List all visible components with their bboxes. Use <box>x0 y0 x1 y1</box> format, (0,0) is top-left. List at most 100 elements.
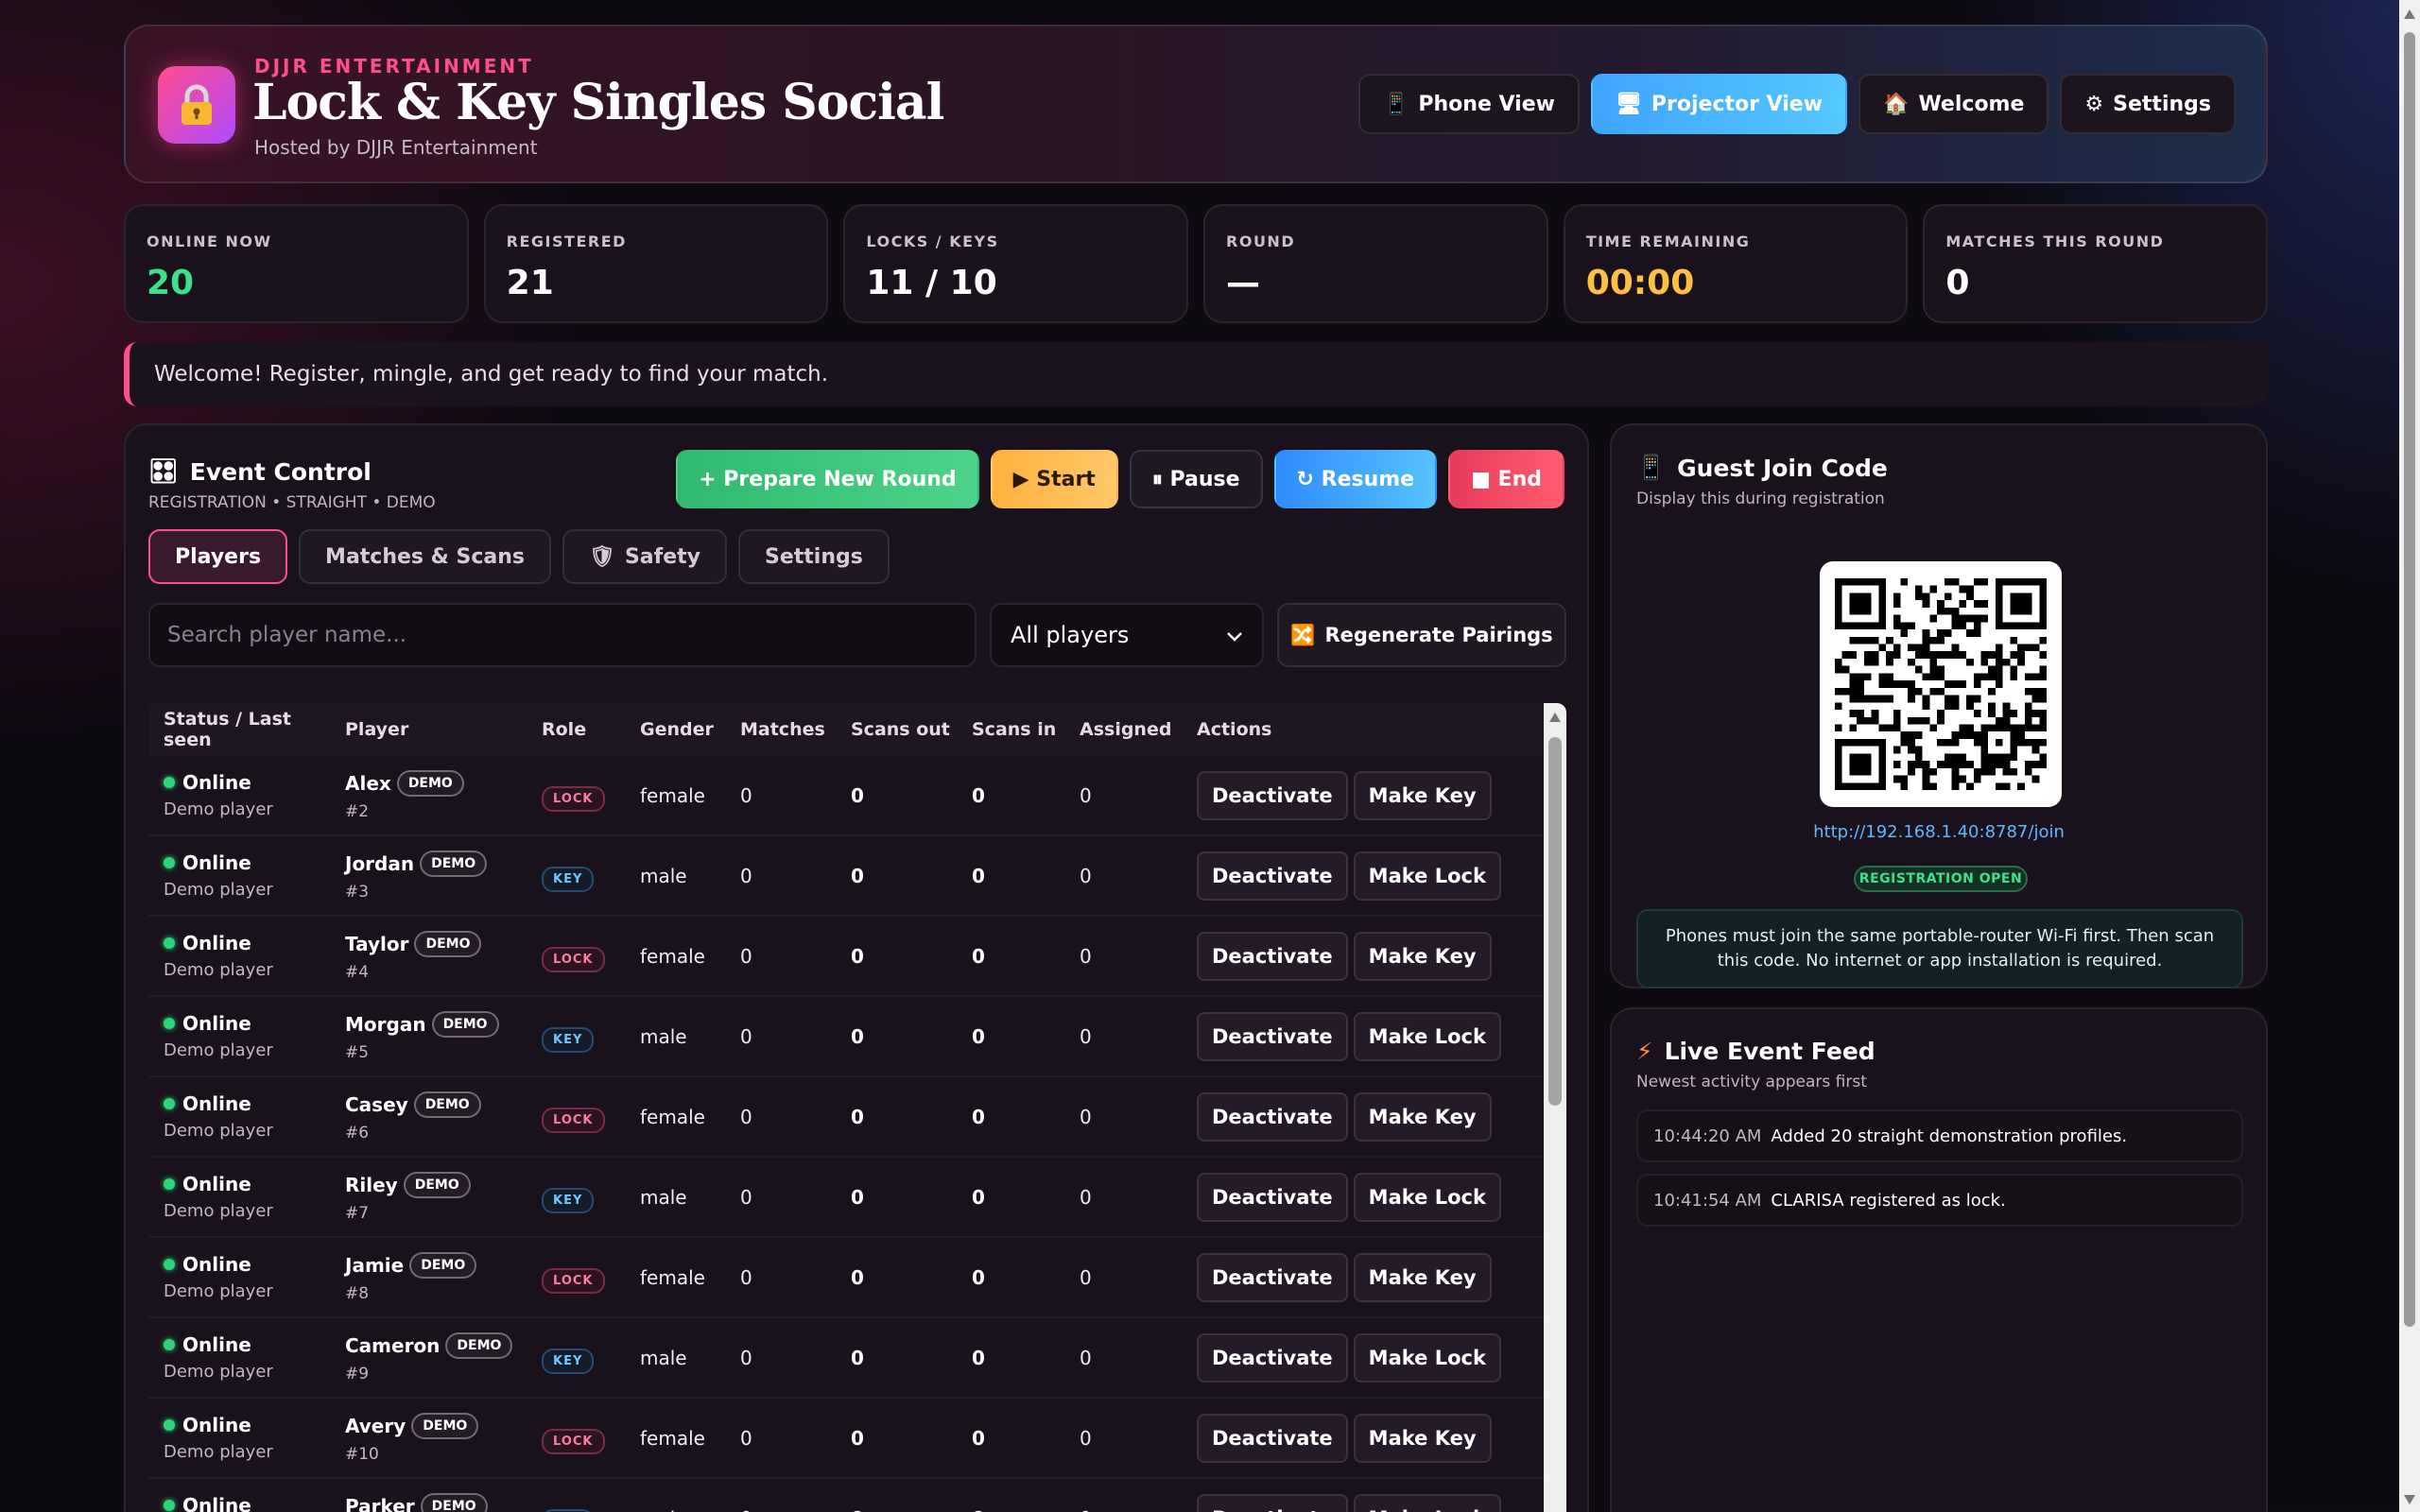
scroll-up-icon[interactable] <box>2404 9 2415 19</box>
toggle-role-button[interactable]: Make Key <box>1353 1252 1492 1302</box>
toggle-role-button[interactable]: Make Lock <box>1353 1493 1501 1512</box>
feed-text: Added 20 straight demonstration profiles… <box>1771 1125 2128 1146</box>
lightning-icon: ⚡ <box>1636 1038 1653 1065</box>
tab-settings[interactable]: Settings <box>738 529 890 584</box>
settings-button[interactable]: ⚙ Settings <box>2060 74 2236 134</box>
window-scrollbar[interactable] <box>2399 0 2420 1512</box>
toggle-role-button[interactable]: Make Lock <box>1353 1332 1501 1383</box>
monitor-icon: 🖥 <box>1615 92 1642 116</box>
live-feed-title: Live Event Feed <box>1664 1038 1876 1065</box>
deactivate-button[interactable]: Deactivate <box>1197 770 1348 820</box>
player-name: Riley <box>345 1173 398 1196</box>
gender: female <box>640 944 705 968</box>
role-badge: LOCK <box>542 785 605 812</box>
toggle-role-button[interactable]: Make Key <box>1353 1091 1492 1142</box>
assigned-count: 0 <box>1080 1507 1197 1512</box>
role-badge: LOCK <box>542 1107 605 1133</box>
deactivate-button[interactable]: Deactivate <box>1197 1172 1348 1222</box>
status-dot-icon <box>164 937 175 949</box>
toggle-role-button[interactable]: Make Lock <box>1353 1011 1501 1061</box>
toggle-role-button[interactable]: Make Key <box>1353 770 1492 820</box>
player-id: #3 <box>345 882 370 902</box>
deactivate-button[interactable]: Deactivate <box>1197 1413 1348 1463</box>
toggle-role-button[interactable]: Make Key <box>1353 931 1492 981</box>
toggle-role-button[interactable]: Make Lock <box>1353 1172 1501 1222</box>
scroll-down-icon[interactable] <box>2404 1495 2415 1504</box>
gender: male <box>640 1185 687 1209</box>
regenerate-pairings-button[interactable]: 🔀 Regenerate Pairings <box>1277 603 1566 667</box>
live-feed-panel: ⚡ Live Event Feed Newest activity appear… <box>1610 1007 2268 1512</box>
demo-badge: DEMO <box>403 1171 471 1198</box>
table-row: Online Demo player Avery DEMO #10 LOCK fe… <box>148 1399 1566 1479</box>
status-dot-icon <box>164 1419 175 1431</box>
app-header: DJJR ENTERTAINMENT Lock & Key Singles So… <box>124 25 2268 183</box>
matches-count: 0 <box>740 1346 752 1369</box>
deactivate-button[interactable]: Deactivate <box>1197 1493 1348 1512</box>
demo-badge: DEMO <box>411 1412 479 1439</box>
search-input[interactable] <box>148 603 977 667</box>
scans-in-count: 0 <box>972 944 985 968</box>
end-button[interactable]: ■ End <box>1448 450 1564 508</box>
toggle-role-button[interactable]: Make Key <box>1353 1413 1492 1463</box>
deactivate-button[interactable]: Deactivate <box>1197 850 1348 901</box>
welcome-button[interactable]: 🏠 Welcome <box>1858 74 2049 134</box>
online-status: Online <box>164 1253 345 1276</box>
deactivate-button[interactable]: Deactivate <box>1197 1011 1348 1061</box>
table-row: Online Demo player Casey DEMO #6 LOCK fem… <box>148 1077 1566 1158</box>
demo-badge: DEMO <box>420 1492 488 1512</box>
online-status: Online <box>164 851 345 874</box>
table-row: Online Demo player Morgan DEMO #5 KEY mal… <box>148 997 1566 1077</box>
player-name: Jordan <box>345 851 415 875</box>
pause-button[interactable]: ⏸ Pause <box>1129 450 1263 508</box>
demo-badge: DEMO <box>396 769 464 797</box>
deactivate-button[interactable]: Deactivate <box>1197 1332 1348 1383</box>
gender: female <box>640 783 705 807</box>
toggle-role-button[interactable]: Make Lock <box>1353 850 1501 901</box>
deactivate-button[interactable]: Deactivate <box>1197 1252 1348 1302</box>
feed-item: 10:41:54 AM CLARISA registered as lock. <box>1636 1174 2243 1227</box>
online-status: Online <box>164 932 345 954</box>
status-dot-icon <box>164 1018 175 1029</box>
scroll-up-icon[interactable] <box>1549 713 1561 722</box>
role-badge: LOCK <box>542 1267 605 1294</box>
online-status: Online <box>164 1012 345 1035</box>
table-scrollbar[interactable] <box>1544 703 1566 1512</box>
last-seen: Demo player <box>164 1121 273 1141</box>
table-header: Status / Last seen Player Role Gender Ma… <box>148 703 1566 756</box>
house-icon: 🏠 <box>1883 92 1910 116</box>
stat-time-remaining: TIME REMAINING 00:00 <box>1563 204 1909 323</box>
prepare-round-button[interactable]: + Prepare New Round <box>676 450 979 508</box>
online-status: Online <box>164 771 345 794</box>
page-subtitle: Hosted by DJJR Entertainment <box>254 136 538 159</box>
join-url[interactable]: http://192.168.1.40:8787/join <box>1612 822 2266 842</box>
scans-out-count: 0 <box>851 1185 864 1209</box>
scans-in-count: 0 <box>972 1024 985 1048</box>
gear-icon: ⚙ <box>2084 92 2104 116</box>
player-filter-select[interactable]: All players <box>990 603 1264 667</box>
deactivate-button[interactable]: Deactivate <box>1197 1091 1348 1142</box>
player-id: #9 <box>345 1364 370 1383</box>
tab-players[interactable]: Players <box>148 529 288 584</box>
feed-time: 10:41:54 AM <box>1653 1190 1762 1211</box>
welcome-banner: Welcome! Register, mingle, and get ready… <box>124 342 2268 406</box>
last-seen: Demo player <box>164 1281 273 1301</box>
player-id: #5 <box>345 1042 370 1062</box>
player-name: Casey <box>345 1092 408 1116</box>
assigned-count: 0 <box>1080 864 1092 887</box>
tab-matches-scans[interactable]: Matches & Scans <box>299 529 552 584</box>
scans-out-count: 0 <box>851 1024 864 1048</box>
start-button[interactable]: ▶ Start <box>990 450 1118 508</box>
window-scroll-thumb[interactable] <box>2404 32 2415 1327</box>
phone-view-button[interactable]: 📱 Phone View <box>1357 74 1580 134</box>
projector-view-button[interactable]: 🖥 Projector View <box>1590 74 1848 134</box>
resume-button[interactable]: ↻ Resume <box>1273 450 1438 508</box>
table-row: Online Demo player Cameron DEMO #9 KEY ma… <box>148 1318 1566 1399</box>
deactivate-button[interactable]: Deactivate <box>1197 931 1348 981</box>
tab-safety[interactable]: 🛡 Safety <box>562 529 727 584</box>
last-seen: Demo player <box>164 1201 273 1221</box>
scans-out-count: 0 <box>851 1265 864 1289</box>
gender: female <box>640 1265 705 1289</box>
scroll-thumb[interactable] <box>1548 737 1562 1106</box>
stat-value: 0 <box>1945 264 1970 302</box>
assigned-count: 0 <box>1080 1346 1092 1369</box>
